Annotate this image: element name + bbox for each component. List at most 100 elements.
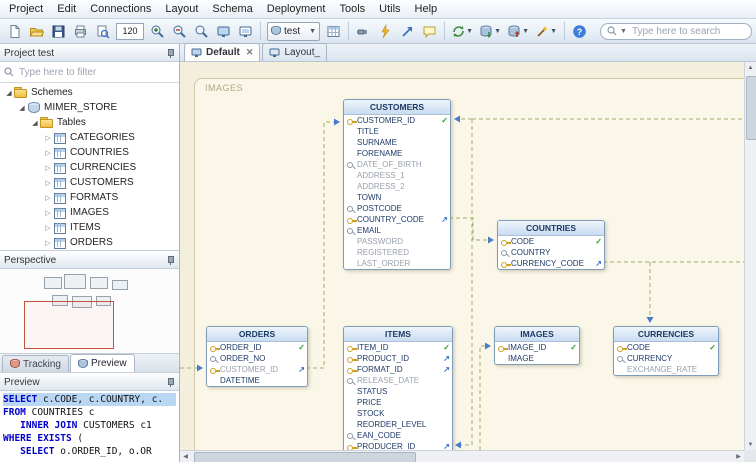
global-search[interactable]: ▼ [600,22,752,40]
menu-item[interactable]: Connections [83,1,158,17]
vertical-scroll-thumb[interactable] [746,76,756,140]
menu-item[interactable]: Project [2,1,50,17]
tree-expander-icon[interactable] [43,224,53,232]
tab-layout[interactable]: Layout_ [262,43,328,61]
tree-item[interactable]: MIMER_STORE [0,100,179,115]
entity-title[interactable]: ITEMS [344,327,452,342]
entity-field[interactable]: DATETIME [207,375,307,386]
entity-orders[interactable]: ORDERS ORDER_ID ORDER_NO [206,326,308,387]
menu-item[interactable]: Layout [158,1,205,17]
entity-field[interactable]: TOWN [344,192,450,203]
entity-field[interactable]: EXCHANGE_RATE [614,364,718,375]
menu-item[interactable]: Help [408,1,445,17]
entity-field[interactable]: POSTCODE [344,203,450,214]
entity-field[interactable]: CODE [498,236,604,247]
entity-customers[interactable]: CUSTOMERS CUSTOMER_ID TITLE [343,99,451,270]
fit-to-screen-button[interactable] [213,21,234,41]
entity-field[interactable]: RELEASE_DATE [344,375,452,386]
search-input[interactable] [629,24,745,38]
lightning-button[interactable] [375,21,396,41]
pin-icon[interactable] [166,255,175,265]
tree-expander-icon[interactable] [43,134,53,142]
relation-arrow-button[interactable] [397,21,418,41]
pin-icon[interactable] [166,377,175,387]
scroll-right-icon[interactable]: ▶ [733,451,744,462]
tree-expander-icon[interactable] [43,164,53,172]
scroll-left-icon[interactable]: ◀ [180,451,191,462]
entity-field[interactable]: PASSWORD [344,236,450,247]
entity-field[interactable]: REGISTERED [344,247,450,258]
tab-tracking[interactable]: Tracking [2,355,69,372]
tree-expander-icon[interactable] [43,194,53,202]
tree-filter[interactable] [0,62,179,83]
menu-item[interactable]: Tools [332,1,372,17]
new-project-button[interactable] [4,21,25,41]
entity-field[interactable]: FORMAT_ID [344,364,452,375]
schema-sync-button[interactable]: ▼ [449,21,476,41]
diagram-canvas[interactable]: IMAGES CUSTOMERS CUSTOMER_ID ✓ TITLE SUR… [180,62,744,450]
entity-field[interactable]: EMAIL [344,225,450,236]
zoom-level-display[interactable]: 120 [116,22,144,40]
tree-item[interactable]: ORDERS [0,235,179,250]
entity-field[interactable]: SURNAME [344,137,450,148]
entity-title[interactable]: CUSTOMERS [344,100,450,115]
tree-expander-icon[interactable] [43,149,53,157]
entity-field[interactable]: STOCK [344,408,452,419]
tab-default[interactable]: Default ✕ [184,43,261,61]
horizontal-scroll-thumb[interactable] [194,452,416,462]
close-tab-icon[interactable]: ✕ [244,47,254,58]
entity-field[interactable]: PRICE [344,397,452,408]
tree-filter-input[interactable] [17,65,175,79]
menu-item[interactable]: Schema [205,1,259,17]
zoom-actual-button[interactable] [191,21,212,41]
entity-field[interactable]: IMAGE [495,353,579,364]
schema-export-button[interactable]: ▼ [505,21,532,41]
entity-field[interactable]: STATUS [344,386,452,397]
wizard-button[interactable]: ▼ [533,21,560,41]
comment-button[interactable] [419,21,440,41]
entity-field[interactable]: EAN_CODE [344,430,452,441]
tree-expander-icon[interactable] [30,119,40,127]
entity-field[interactable]: PRODUCER_ID [344,441,452,450]
entity-field[interactable]: COUNTRY_CODE [344,214,450,225]
entity-field[interactable]: CUSTOMER_ID [207,364,307,375]
entity-currencies[interactable]: CURRENCIES CODE CURRENCY [613,326,719,376]
scroll-up-icon[interactable]: ▲ [745,62,756,73]
entity-field[interactable]: CURRENCY_CODE [498,258,604,269]
full-layout-button[interactable] [235,21,256,41]
entity-field[interactable]: REORDER_LEVEL [344,419,452,430]
scroll-down-icon[interactable]: ▼ [745,439,756,450]
entity-field[interactable]: CODE [614,342,718,353]
entity-field[interactable]: ORDER_NO [207,353,307,364]
table-editor-button[interactable] [323,21,344,41]
tree-expander-icon[interactable] [43,209,53,217]
tree-item[interactable]: Schemes [0,85,179,100]
search-options-chevron-icon[interactable]: ▼ [620,28,627,35]
entity-title[interactable]: ORDERS [207,327,307,342]
entity-field[interactable]: ITEM_ID [344,342,452,353]
save-button[interactable] [48,21,69,41]
entity-title[interactable]: COUNTRIES [498,221,604,236]
zoom-in-button[interactable] [147,21,168,41]
print-button[interactable] [70,21,91,41]
minimap-viewport[interactable] [24,301,114,349]
entity-field[interactable]: ORDER_ID [207,342,307,353]
sql-preview[interactable]: SELECT c.CODE, c.COUNTRY, c. FROM COUNTR… [0,391,179,462]
entity-field[interactable]: ADDRESS_1 [344,170,450,181]
tree-item[interactable]: Tables [0,115,179,130]
tree-expander-icon[interactable] [43,239,53,247]
tree-item[interactable]: ITEMS [0,220,179,235]
vertical-scrollbar[interactable]: ▲ ▼ [744,62,756,450]
entity-items[interactable]: ITEMS ITEM_ID PRODUCT_ID [343,326,453,450]
entity-field[interactable]: IMAGE_ID [495,342,579,353]
entity-field[interactable]: DATE_OF_BIRTH [344,159,450,170]
connection-selector[interactable]: test ▼ [267,21,321,41]
pin-icon[interactable] [166,48,175,58]
tab-preview[interactable]: Preview [69,354,135,372]
horizontal-scrollbar[interactable]: ◀ ▶ [180,450,744,462]
schema-import-button[interactable]: ▼ [477,21,504,41]
entity-field[interactable]: ADDRESS_2 [344,181,450,192]
entity-field[interactable]: COUNTRY [498,247,604,258]
tree-item[interactable]: CURRENCIES [0,160,179,175]
entity-title[interactable]: CURRENCIES [614,327,718,342]
